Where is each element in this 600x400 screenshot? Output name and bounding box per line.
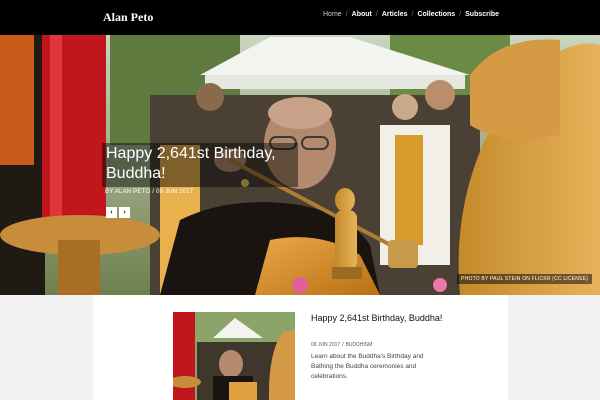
nav-item-home[interactable]: Home [323, 11, 342, 18]
nav-separator: / [459, 11, 462, 18]
slider-next-button[interactable]: › [119, 207, 130, 218]
site-brand-link[interactable]: Alan Peto [103, 10, 153, 25]
meta-separator: / [342, 342, 344, 348]
post-thumbnail[interactable] [173, 312, 295, 400]
post-category[interactable]: Buddhism [346, 342, 373, 348]
hero-meta: By Alan Peto/09 Jun 2017 [105, 189, 193, 195]
hero-author-prefix: By [105, 189, 114, 195]
hero-author[interactable]: Alan Peto [115, 189, 150, 195]
post-date: 09 Jun 2017 [311, 342, 341, 348]
nav-separator: / [375, 11, 378, 18]
hero-slider: Happy 2,641st Birthday, Buddha! By Alan … [0, 35, 600, 295]
hero-date: 09 Jun 2017 [156, 189, 194, 195]
hero-title[interactable]: Happy 2,641st Birthday, Buddha! [106, 144, 294, 184]
main-nav: Home / About / Articles / Collections / … [323, 11, 499, 18]
nav-item-collections[interactable]: Collections [417, 11, 455, 18]
nav-item-about[interactable]: About [352, 11, 372, 18]
meta-separator: / [152, 189, 155, 195]
nav-separator: / [345, 11, 348, 18]
chevron-left-icon: ‹ [110, 209, 113, 216]
site-header: Alan Peto Home / About / Articles / Coll… [0, 0, 600, 35]
hero-image[interactable] [0, 35, 600, 295]
post-meta: 09 Jun 2017/Buddhism [311, 342, 372, 348]
post-title[interactable]: Happy 2,641st Birthday, Buddha! [311, 312, 461, 325]
photo-credit: Photo by Paul Stein on Flickr (CC Licens… [457, 274, 592, 284]
nav-item-subscribe[interactable]: Subscribe [465, 11, 499, 18]
slider-prev-button[interactable]: ‹ [106, 207, 117, 218]
nav-separator: / [411, 11, 414, 18]
hero-title-box: Happy 2,641st Birthday, Buddha! [102, 143, 298, 187]
nav-item-articles[interactable]: Articles [382, 11, 408, 18]
post-list: Happy 2,641st Birthday, Buddha! 09 Jun 2… [93, 295, 508, 400]
chevron-right-icon: › [123, 209, 126, 216]
post-excerpt: Learn about the Buddha's Birthday and Ba… [311, 353, 424, 380]
